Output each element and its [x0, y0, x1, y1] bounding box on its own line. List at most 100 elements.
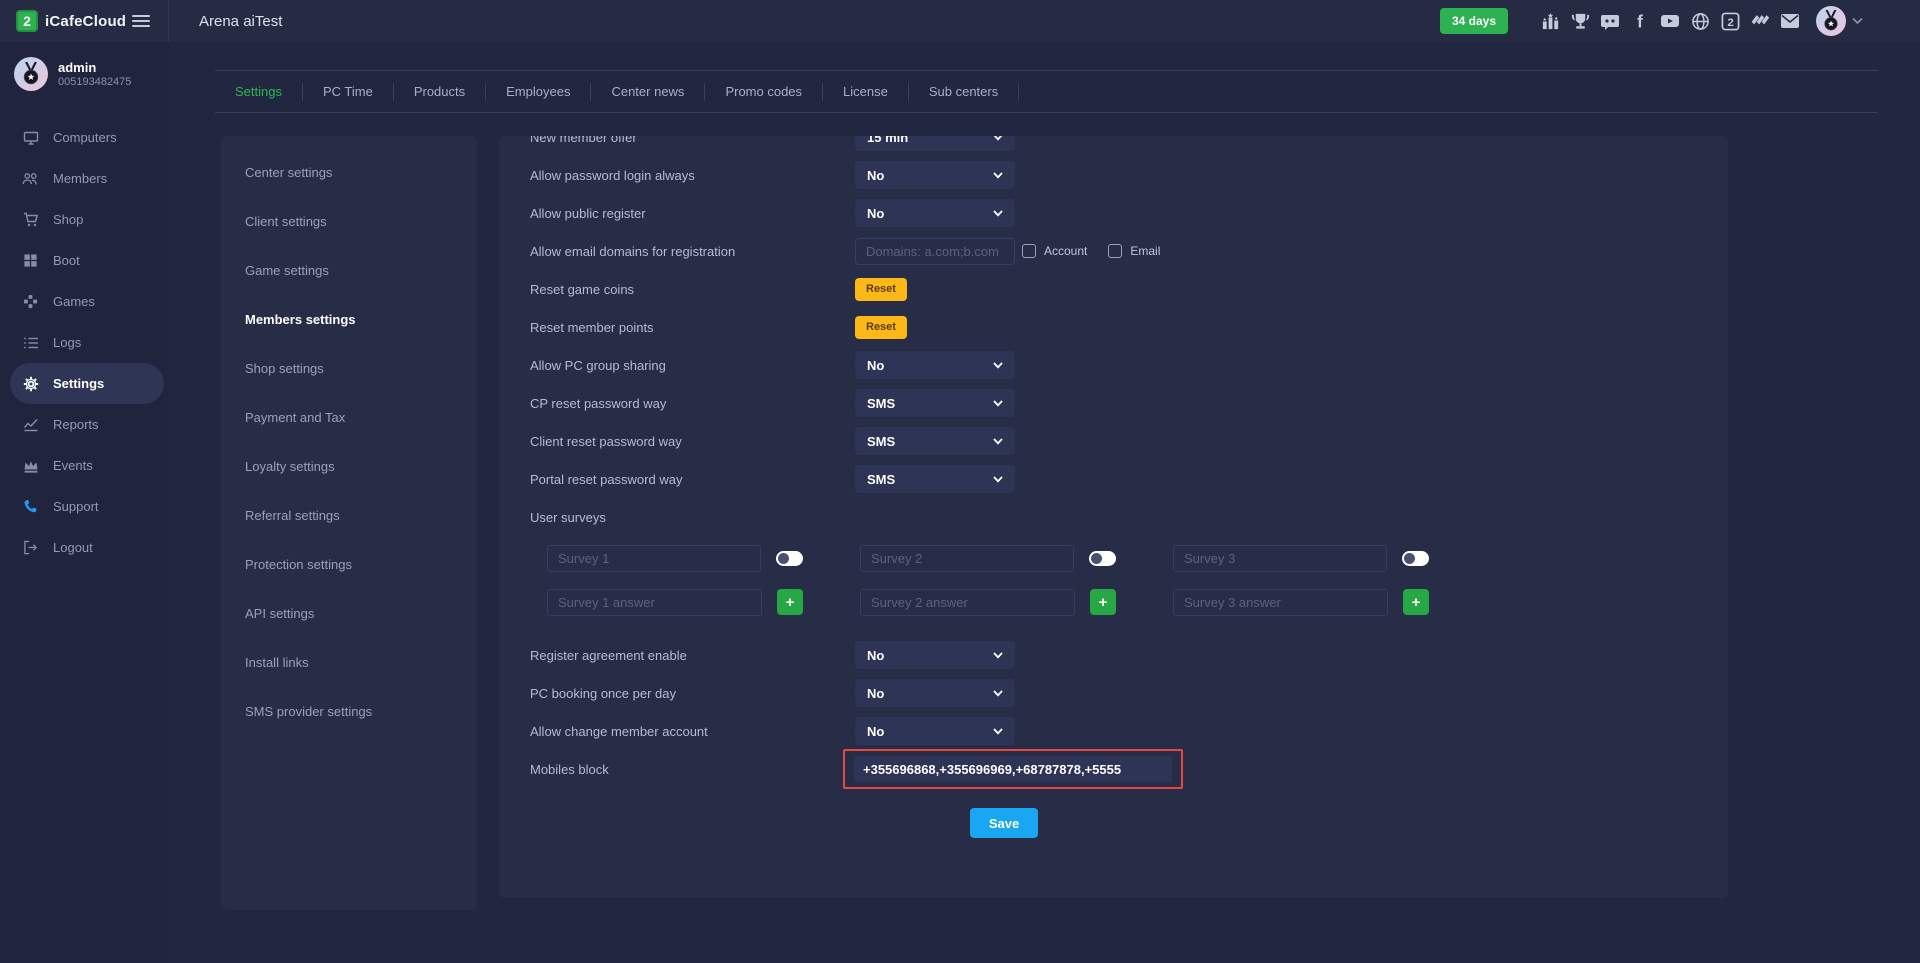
sidebar-item-boot[interactable]: Boot [0, 240, 169, 281]
menu-item-api-settings[interactable]: API settings [221, 589, 477, 638]
menu-item-protection-settings[interactable]: Protection settings [221, 540, 477, 589]
sidebar-item-logs[interactable]: Logs [0, 322, 169, 363]
user-avatar[interactable] [1816, 6, 1846, 36]
menu-item-members-settings[interactable]: Members settings [221, 295, 477, 344]
menu-item-sms-provider-settings[interactable]: SMS provider settings [221, 687, 477, 736]
tab-center-news[interactable]: Center news [591, 83, 705, 101]
trophy-icon[interactable] [1570, 11, 1590, 31]
events-crown-icon [22, 457, 39, 474]
sidebar-item-label: Shop [53, 212, 83, 227]
chevron-down-icon [993, 476, 1003, 483]
sidebar-profile[interactable]: admin 005193482475 [0, 42, 169, 104]
menu-item-game-settings[interactable]: Game settings [221, 246, 477, 295]
icafecloud-app-icon[interactable]: 2 [1720, 11, 1740, 31]
allow-password-login-select[interactable]: No [855, 161, 1015, 189]
app-logo[interactable]: 2 iCafeCloud [16, 10, 126, 32]
survey-3-add-button[interactable]: + [1403, 589, 1429, 615]
save-button[interactable]: Save [970, 808, 1038, 838]
sidebar-item-label: Support [53, 499, 99, 514]
survey-2-toggle[interactable] [1089, 551, 1116, 566]
survey-2-answer-input[interactable] [860, 589, 1075, 616]
survey-3-col [1173, 545, 1429, 572]
allow-public-register-select[interactable]: No [855, 199, 1015, 227]
survey-1-answer-input[interactable] [547, 589, 762, 616]
tab-settings[interactable]: Settings [215, 83, 303, 101]
chevron-down-icon [993, 652, 1003, 659]
allow-change-member-account-select[interactable]: No [855, 717, 1015, 745]
account-checkbox-label: Account [1044, 244, 1087, 258]
sidebar-item-games[interactable]: Games [0, 281, 169, 322]
sidebar-item-events[interactable]: Events [0, 445, 169, 486]
email-checkbox-label: Email [1130, 244, 1160, 258]
survey-3-toggle[interactable] [1402, 551, 1429, 566]
new-member-offer-select[interactable]: 15 min [855, 136, 1015, 151]
survey-1-add-button[interactable]: + [777, 589, 803, 615]
reset-member-points-button[interactable]: Reset [855, 316, 907, 339]
reset-game-coins-button[interactable]: Reset [855, 278, 907, 301]
sidebar-item-computers[interactable]: Computers [0, 117, 169, 158]
tab-promo-codes[interactable]: Promo codes [705, 83, 823, 101]
menu-item-loyalty-settings[interactable]: Loyalty settings [221, 442, 477, 491]
survey-2-input[interactable] [860, 545, 1074, 572]
client-reset-password-select[interactable]: SMS [855, 427, 1015, 455]
center-name: Arena aiTest [199, 13, 282, 30]
account-checkbox[interactable] [1022, 244, 1036, 258]
menu-item-payment-and-tax[interactable]: Payment and Tax [221, 393, 477, 442]
facebook-glyph: f [1637, 12, 1643, 30]
menu-item-center-settings[interactable]: Center settings [221, 148, 477, 197]
row-label: Allow public register [530, 206, 855, 221]
tab-license[interactable]: License [823, 83, 909, 101]
register-agreement-select[interactable]: No [855, 641, 1015, 669]
main-content: Settings PC Time Products Employees Cent… [169, 42, 1920, 963]
menu-item-install-links[interactable]: Install links [221, 638, 477, 687]
row-label: New member offer [530, 136, 855, 145]
survey-1-toggle[interactable] [776, 551, 803, 566]
sidebar-item-members[interactable]: Members [0, 158, 169, 199]
survey-3-input[interactable] [1173, 545, 1387, 572]
members-icon [22, 170, 39, 187]
tab-products[interactable]: Products [394, 83, 486, 101]
row-pc-booking-once-per-day: PC booking once per day No [530, 674, 1728, 712]
survey-3-answer-input[interactable] [1173, 589, 1388, 616]
menu-item-client-settings[interactable]: Client settings [221, 197, 477, 246]
survey-1-input[interactable] [547, 545, 761, 572]
sidebar-item-reports[interactable]: Reports [0, 404, 169, 445]
survey-2-add-button[interactable]: + [1090, 589, 1116, 615]
row-label: Client reset password way [530, 434, 855, 449]
games-icon [22, 293, 39, 310]
globe-icon[interactable] [1690, 11, 1710, 31]
cp-reset-password-select[interactable]: SMS [855, 389, 1015, 417]
youtube-icon[interactable] [1660, 11, 1680, 31]
avatar-chevron-down-icon[interactable] [1852, 17, 1863, 25]
sidebar-item-shop[interactable]: Shop [0, 199, 169, 240]
ranking-icon[interactable] [1540, 11, 1560, 31]
sidebar-item-label: Members [53, 171, 107, 186]
hamburger-menu-icon[interactable] [130, 10, 152, 32]
tab-pc-time[interactable]: PC Time [303, 83, 394, 101]
portal-reset-password-select[interactable]: SMS [855, 465, 1015, 493]
tab-employees[interactable]: Employees [486, 83, 591, 101]
sidebar: admin 005193482475 Computers Members Sho… [0, 42, 169, 963]
pc-group-sharing-select[interactable]: No [855, 351, 1015, 379]
row-label: Reset member points [530, 320, 855, 335]
tab-sub-centers[interactable]: Sub centers [909, 83, 1019, 101]
facebook-icon[interactable]: f [1630, 11, 1650, 31]
sidebar-item-logout[interactable]: Logout [0, 527, 169, 568]
row-label: User surveys [530, 510, 855, 525]
sidebar-item-support[interactable]: Support [0, 486, 169, 527]
license-days-badge[interactable]: 34 days [1440, 8, 1508, 34]
pc-booking-select[interactable]: No [855, 679, 1015, 707]
email-checkbox[interactable] [1108, 244, 1122, 258]
sidebar-item-label: Events [53, 458, 93, 473]
layers-icon[interactable] [1750, 11, 1770, 31]
menu-item-shop-settings[interactable]: Shop settings [221, 344, 477, 393]
mobiles-block-input[interactable] [854, 756, 1172, 782]
discord-icon[interactable] [1600, 11, 1620, 31]
logout-icon [22, 539, 39, 556]
sidebar-item-settings[interactable]: Settings [10, 363, 164, 404]
chevron-down-icon [993, 172, 1003, 179]
chevron-down-icon [993, 210, 1003, 217]
email-domains-input[interactable] [855, 238, 1015, 265]
menu-item-referral-settings[interactable]: Referral settings [221, 491, 477, 540]
mail-icon[interactable] [1780, 11, 1800, 31]
